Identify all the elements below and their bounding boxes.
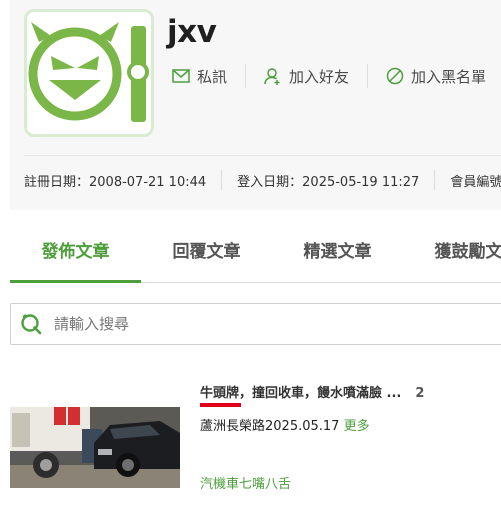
tab-featured-articles[interactable]: 精選文章 bbox=[272, 230, 403, 282]
profile-divider bbox=[24, 155, 501, 156]
meta-divider bbox=[434, 170, 436, 190]
username: jxv bbox=[167, 14, 217, 50]
post-excerpt: 蘆洲長榮路2025.05.17 更多 bbox=[200, 415, 370, 434]
action-divider bbox=[245, 64, 247, 88]
avatar-logo-icon bbox=[28, 22, 149, 122]
message-button[interactable]: 私訊 bbox=[172, 66, 227, 87]
add-friend-icon bbox=[264, 68, 280, 85]
message-label: 私訊 bbox=[197, 67, 228, 86]
add-friend-button[interactable]: 加入好友 bbox=[264, 66, 349, 87]
search-input[interactable] bbox=[52, 314, 501, 334]
post-thumbnail[interactable] bbox=[10, 407, 180, 488]
login-date: 登入日期：2025-05-19 11:27 bbox=[237, 174, 420, 190]
block-icon bbox=[386, 67, 404, 85]
profile-actions: 私訊 加入好友 加入黑名單 bbox=[172, 62, 486, 90]
meta-divider bbox=[221, 170, 223, 190]
block-button[interactable]: 加入黑名單 bbox=[386, 66, 486, 87]
reply-count: 2 bbox=[415, 386, 425, 401]
more-link[interactable]: 更多 bbox=[344, 419, 370, 434]
post-thumbnail-image bbox=[10, 407, 180, 488]
action-divider bbox=[367, 64, 369, 88]
board-link[interactable]: 汽機車七嘴八舌 bbox=[200, 473, 291, 492]
search-icon[interactable] bbox=[20, 313, 42, 335]
search-box bbox=[10, 303, 501, 345]
profile-meta: 註冊日期：2008-07-21 10:44 登入日期：2025-05-19 11… bbox=[24, 168, 501, 192]
member-number: 會員編號 bbox=[450, 174, 501, 190]
avatar[interactable] bbox=[24, 9, 154, 137]
mail-icon bbox=[172, 69, 190, 83]
block-label: 加入黑名單 bbox=[411, 67, 487, 86]
post-title-text: ，撞回收車，饅水噴滿臉 ... bbox=[239, 386, 402, 401]
article-tabs: 發佈文章 回覆文章 精選文章 獲鼓勵文 bbox=[10, 230, 501, 283]
register-date: 註冊日期：2008-07-21 10:44 bbox=[24, 174, 207, 190]
tab-encouraged-articles[interactable]: 獲鼓勵文 bbox=[403, 230, 501, 282]
post-excerpt-text: 蘆洲長榮路2025.05.17 bbox=[200, 419, 340, 434]
tab-published-articles[interactable]: 發佈文章 bbox=[10, 230, 141, 283]
post-title[interactable]: 牛頭牌，撞回收車，饅水噴滿臉 ... 2 bbox=[200, 382, 424, 401]
add-friend-label: 加入好友 bbox=[289, 67, 350, 86]
post-title-keyword: 牛頭牌 bbox=[200, 386, 240, 401]
tab-replied-articles[interactable]: 回覆文章 bbox=[141, 230, 272, 282]
list-item: 牛頭牌，撞回收車，饅水噴滿臉 ... 2 蘆洲長榮路2025.05.17 更多 汽… bbox=[10, 374, 501, 504]
